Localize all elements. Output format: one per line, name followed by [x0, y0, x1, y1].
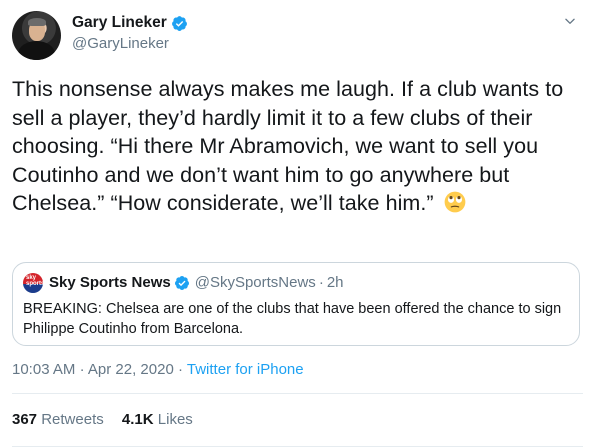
chevron-down-icon[interactable] [563, 14, 577, 28]
author-name-row[interactable]: Gary Lineker [72, 14, 188, 32]
author-handle[interactable]: @GaryLineker [72, 35, 169, 52]
retweets-stat[interactable]: 367 Retweets [12, 411, 108, 428]
tweet-stats: 367 Retweets 4.1K Likes [12, 411, 193, 428]
likes-count: 4.1K [121, 411, 154, 428]
quoted-tweet-header: Sky Sports News @SkySportsNews · 2h [49, 274, 344, 291]
verified-badge-icon [174, 275, 189, 290]
verified-badge-icon [171, 15, 187, 31]
tweet-date[interactable]: Apr 22, 2020 [88, 361, 174, 378]
avatar[interactable] [12, 11, 61, 60]
divider [12, 393, 583, 394]
tweet-source-link[interactable]: Twitter for iPhone [187, 361, 304, 378]
sky-sports-logo-icon: sky sports [23, 273, 43, 293]
likes-stat[interactable]: 4.1K Likes [122, 411, 193, 428]
retweets-count: 367 [12, 411, 38, 428]
quoted-time: 2h [326, 274, 344, 291]
tweet-text: This nonsense always makes me laugh. If … [12, 77, 564, 215]
author-display-name[interactable]: Gary Lineker [72, 14, 167, 32]
quoted-display-name: Sky Sports News [49, 274, 171, 291]
rolling-eyes-emoji-icon [444, 191, 466, 213]
retweets-label: Retweets [41, 411, 104, 428]
avatar-shoulders [18, 41, 55, 60]
quoted-separator: · [318, 274, 324, 291]
tweet-meta: 10:03 AM · Apr 22, 2020 · Twitter for iP… [12, 361, 304, 378]
quoted-tweet[interactable]: sky sports Sky Sports News @SkySportsNew… [12, 262, 580, 346]
tweet-card: Gary Lineker @GaryLineker This nonsense … [0, 0, 595, 447]
meta-separator: · [79, 361, 85, 378]
tweet-time[interactable]: 10:03 AM [12, 361, 75, 378]
quoted-handle: @SkySportsNews [194, 274, 316, 291]
tweet-body: This nonsense always makes me laugh. If … [12, 75, 584, 218]
avatar-hair [28, 18, 46, 26]
likes-label: Likes [157, 411, 193, 428]
quoted-tweet-text: BREAKING: Chelsea are one of the clubs t… [23, 301, 562, 337]
meta-separator: · [177, 361, 183, 378]
sky-sports-logo-text: sky sports [26, 275, 43, 287]
